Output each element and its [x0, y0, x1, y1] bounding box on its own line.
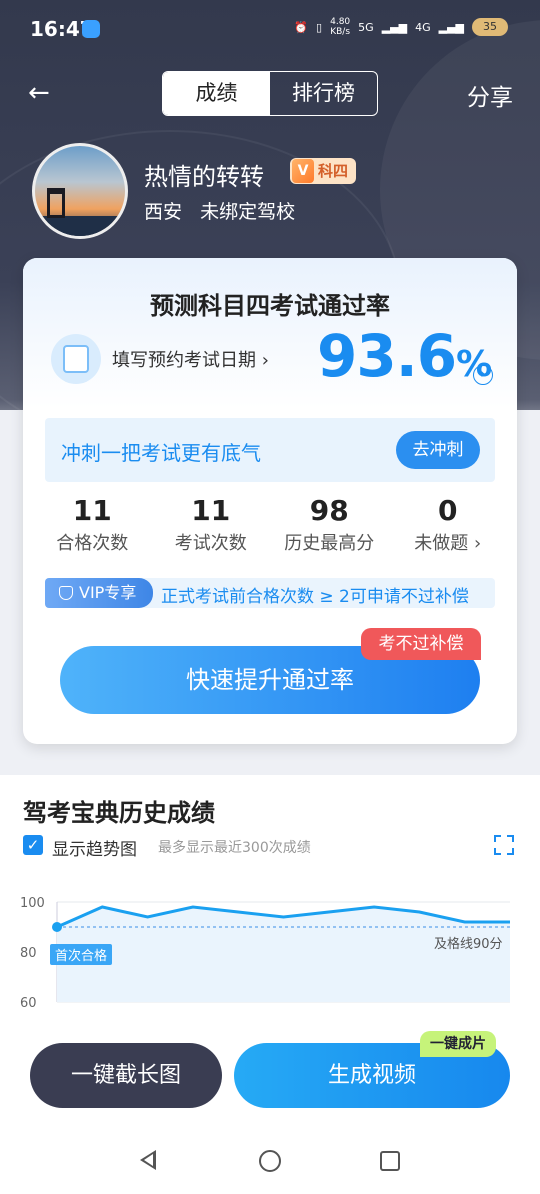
stat-label: 历史最高分: [284, 533, 375, 554]
chevron-circle-icon[interactable]: ›: [473, 365, 493, 385]
net-speed-unit: KB/s: [330, 27, 351, 37]
vibrate-icon: ▯: [316, 20, 323, 34]
share-button[interactable]: 分享: [467, 78, 513, 112]
status-bar: 16:47 ⏰ ▯ 4.80 KB/s 5G ▂▄▆ 4G ▂▄▆ 35: [0, 0, 540, 58]
stats-row: 11 合格次数 11 考试次数 98 历史最高分 0 未做题 ›: [33, 494, 507, 555]
signal-icon: ▂▄▆: [438, 20, 464, 34]
user-name: 热情的转转: [144, 163, 264, 191]
guarantee-tag: 考不过补偿: [361, 628, 481, 660]
stat-value: 0: [438, 494, 458, 527]
shield-icon: [59, 586, 73, 600]
stat-pass-count: 11 合格次数: [33, 494, 152, 555]
signal-icon: ▂▄▆: [381, 20, 408, 34]
tab-ranking[interactable]: 排行榜: [270, 72, 377, 115]
avatar-tower: [47, 188, 65, 218]
calendar-icon[interactable]: [51, 334, 101, 384]
stat-exam-count: 11 考试次数: [152, 494, 271, 555]
history-title: 驾考宝典历史成绩: [23, 799, 215, 827]
back-arrow-icon[interactable]: ←: [28, 80, 54, 106]
vip-tag: VIP专享: [45, 578, 153, 608]
status-right: ⏰ ▯ 4.80 KB/s 5G ▂▄▆ 4G ▂▄▆ 35: [294, 17, 508, 37]
stat-label: 未做题 ›: [389, 529, 508, 555]
one-click-tag: 一键成片: [420, 1031, 496, 1057]
trend-checkbox[interactable]: ✓: [23, 835, 43, 855]
alarm-icon: ⏰: [294, 20, 309, 34]
nav-home-icon[interactable]: [259, 1150, 281, 1172]
user-meta: 西安 未绑定驾校: [144, 201, 296, 223]
series-area: [57, 907, 510, 1002]
system-navbar: [0, 1130, 540, 1194]
subject-badge: V 科四: [290, 158, 357, 184]
tab-switcher: 成绩 排行榜: [162, 71, 378, 116]
card-title: 预测科目四考试通过率: [150, 292, 390, 320]
avatar-sea: [35, 216, 125, 236]
pass-rate-value: 93.6: [317, 322, 457, 390]
signal-4g-label: 4G: [415, 20, 431, 34]
exam-date-label: 填写预约考试日期: [112, 350, 256, 371]
tab-scores[interactable]: 成绩: [163, 72, 270, 115]
nav-recent-icon[interactable]: [380, 1151, 400, 1171]
stat-label: 合格次数: [56, 533, 129, 554]
score-chart: 100 80 60 及格线90分 首次合格: [0, 880, 540, 1011]
vip-tag-label: VIP专享: [79, 583, 137, 602]
subject-badge-label: 科四: [318, 162, 349, 180]
net-speed: 4.80 KB/s: [330, 17, 350, 37]
long-screenshot-button[interactable]: 一键截长图: [30, 1043, 222, 1108]
pass-line-label: 及格线90分: [434, 937, 503, 952]
signal-5g-label: 5G: [358, 20, 374, 34]
chevron-right-icon: ›: [261, 350, 269, 371]
sprint-text: 冲刺一把考试更有底气: [61, 441, 261, 465]
app-notification-icon: [82, 20, 100, 38]
stat-value: 11: [72, 494, 112, 527]
pass-rate: 93.6%: [317, 322, 492, 390]
stat-unanswered[interactable]: 0 未做题 ›: [389, 494, 508, 555]
stat-label: 考试次数: [174, 533, 247, 554]
stat-label-text: 未做题: [414, 533, 469, 554]
trend-note: 最多显示最近300次成绩: [158, 840, 311, 856]
exam-date-link[interactable]: 填写预约考试日期 ›: [112, 346, 269, 372]
fullscreen-icon[interactable]: [494, 835, 514, 855]
sprint-banner: 冲刺一把考试更有底气 去冲刺: [45, 418, 495, 482]
vip-text: 正式考试前合格次数 ≥ 2可申请不过补偿: [161, 587, 469, 607]
trend-label[interactable]: 显示趋势图: [52, 835, 137, 860]
stat-value: 98: [309, 494, 349, 527]
first-pass-label: 首次合格: [50, 944, 113, 965]
data-point: [52, 922, 62, 932]
sprint-button[interactable]: 去冲刺: [396, 431, 480, 469]
stat-value: 11: [191, 494, 231, 527]
chevron-right-icon: ›: [474, 533, 482, 554]
vip-v-icon: V: [292, 159, 314, 183]
avatar[interactable]: [32, 143, 128, 239]
net-speed-value: 4.80: [330, 17, 351, 27]
vip-strip[interactable]: VIP专享 正式考试前合格次数 ≥ 2可申请不过补偿: [45, 578, 495, 608]
stat-best-score: 98 历史最高分: [270, 494, 389, 555]
nav-back-icon-inner: [144, 1154, 153, 1166]
prediction-card: 预测科目四考试通过率 填写预约考试日期 › 93.6% › 冲刺一把考试更有底气…: [23, 258, 517, 744]
battery-level: 35: [472, 18, 508, 36]
